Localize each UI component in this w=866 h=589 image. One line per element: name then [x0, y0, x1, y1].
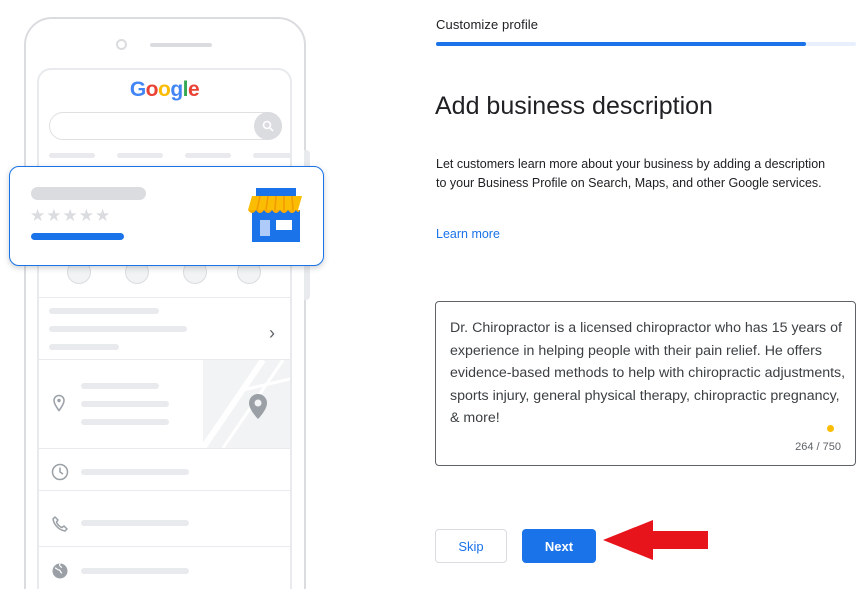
mock-nav-pill [253, 153, 290, 158]
phone-screen: Google › [37, 68, 292, 589]
divider [39, 448, 290, 449]
next-button[interactable]: Next [522, 529, 596, 563]
globe-icon [52, 563, 68, 579]
progress-fill [436, 42, 806, 46]
phone-speaker [150, 43, 212, 47]
location-pin-icon [53, 394, 65, 412]
clock-icon [51, 463, 69, 481]
step-label: Customize profile [436, 17, 539, 32]
star-rating: ★★★★★ [30, 206, 112, 225]
phone-icon [52, 516, 68, 532]
mock-text-line [81, 383, 159, 389]
progress-bar [436, 42, 856, 46]
business-name-placeholder [31, 187, 146, 200]
character-counter: 264 / 750 [795, 441, 841, 453]
logo-letter: o [145, 78, 159, 101]
mock-text-line [49, 308, 159, 314]
mock-nav-pill [185, 153, 231, 158]
business-highlight-bar [31, 233, 124, 240]
logo-letter: e [187, 78, 200, 101]
mock-text-line [81, 568, 189, 574]
business-description-value[interactable]: Dr. Chiropractor is a licensed chiroprac… [450, 317, 850, 430]
logo-letter: o [157, 78, 171, 101]
mock-search-bar [49, 112, 282, 140]
phone-camera [116, 39, 127, 50]
mock-nav-pill [117, 153, 163, 158]
storefront-icon [248, 188, 302, 242]
page-description: Let customers learn more about your busi… [436, 157, 826, 190]
business-card-preview: ★★★★★ [9, 166, 324, 266]
mock-map [203, 360, 290, 448]
mock-nav-pill [49, 153, 95, 158]
logo-letter: g [170, 78, 183, 101]
logo-letter: G [129, 78, 146, 101]
skip-button[interactable]: Skip [435, 529, 507, 563]
mock-text-line [81, 469, 189, 475]
page-title: Add business description [435, 92, 713, 120]
mock-text-line [81, 401, 169, 407]
divider [39, 490, 290, 491]
learn-more-link[interactable]: Learn more [436, 227, 500, 241]
mock-text-line [81, 520, 189, 526]
divider [39, 546, 290, 547]
chevron-right-icon: › [269, 323, 275, 343]
red-arrow-annotation-icon [603, 520, 708, 560]
search-icon [254, 112, 282, 140]
mock-text-line [49, 344, 119, 350]
status-indicator-dot [827, 425, 834, 432]
business-description-textarea[interactable]: Dr. Chiropractor is a licensed chiroprac… [435, 301, 856, 466]
mock-text-line [49, 326, 187, 332]
google-logo: Google [39, 78, 290, 102]
mock-text-line [81, 419, 169, 425]
